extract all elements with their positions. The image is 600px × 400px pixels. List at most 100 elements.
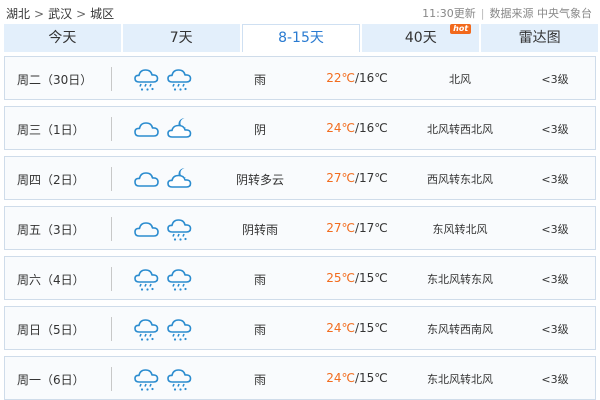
data-source: 数据来源 中央气象台	[489, 7, 593, 20]
breadcrumb-city-link[interactable]: 武汉	[48, 7, 72, 21]
tab-40-days[interactable]: 40天 hot	[362, 24, 480, 52]
temperature: 27℃/17℃	[307, 171, 407, 185]
low-temperature: /17℃	[354, 221, 388, 235]
weather-condition: 雨	[253, 73, 266, 87]
breadcrumb-province-link[interactable]: 湖北	[6, 7, 30, 21]
wind-level: <3级	[541, 73, 569, 86]
forecast-row: 周二（30日） 雨 22℃/16℃ 北风 <3级	[4, 56, 596, 100]
hot-badge: hot	[450, 24, 472, 34]
top-bar: 湖北 > 武汉 > 城区 11:30更新 | 数据来源 中央气象台	[0, 0, 600, 24]
forecast-day: 周六（4日）	[17, 273, 85, 287]
low-temperature: /15℃	[354, 321, 388, 335]
cloud-icon	[133, 215, 161, 243]
rain-cloud-icon	[133, 315, 161, 343]
wind-direction: 西风转东北风	[427, 173, 493, 186]
cloud-moon-icon	[166, 165, 194, 193]
temperature: 27℃/17℃	[307, 221, 407, 235]
divider	[111, 267, 112, 291]
tab-radar[interactable]: 雷达图	[481, 24, 598, 52]
rain-cloud-icon	[166, 365, 194, 393]
temperature: 25℃/15℃	[307, 271, 407, 285]
divider	[111, 167, 112, 191]
update-info: 11:30更新 | 数据来源 中央气象台	[422, 5, 592, 21]
tab-label: 今天	[48, 30, 77, 46]
temperature: 24℃/16℃	[307, 121, 407, 135]
rain-cloud-icon	[166, 315, 194, 343]
rain-cloud-icon	[166, 65, 194, 93]
wind-level: <3级	[541, 373, 569, 386]
forecast-row: 周五（3日） 阴转雨 27℃/17℃ 东风转北风 <3级	[4, 206, 596, 250]
tab-label: 7天	[169, 30, 193, 46]
divider	[111, 117, 112, 141]
tab-label: 雷达图	[518, 30, 561, 46]
divider	[111, 367, 112, 391]
forecast-row: 周一（6日） 雨 24℃/15℃ 东北风转北风 <3级	[4, 356, 596, 400]
rain-cloud-icon	[166, 265, 194, 293]
high-temperature: 25℃	[326, 271, 355, 285]
divider	[111, 67, 112, 91]
temperature: 22℃/16℃	[307, 71, 407, 85]
cloud-icon	[133, 115, 161, 143]
tab-label: 8-15天	[278, 30, 324, 46]
divider	[111, 217, 112, 241]
forecast-day: 周三（1日）	[17, 123, 85, 137]
forecast-row: 周日（5日） 雨 24℃/15℃ 东风转西南风 <3级	[4, 306, 596, 350]
rain-cloud-icon	[133, 65, 161, 93]
wind-direction: 北风	[449, 73, 471, 86]
weather-condition: 雨	[253, 273, 266, 287]
tab-today[interactable]: 今天	[4, 24, 121, 52]
forecast-row: 周四（2日） 阴转多云 27℃/17℃ 西风转东北风 <3级	[4, 156, 596, 200]
wind-level: <3级	[541, 173, 569, 186]
cloud-moon-icon	[166, 115, 194, 143]
high-temperature: 24℃	[326, 121, 355, 135]
wind-direction: 东风转北风	[432, 223, 488, 236]
rain-cloud-icon	[133, 365, 161, 393]
wind-level: <3级	[541, 223, 569, 236]
breadcrumb-separator: >	[34, 7, 45, 21]
tab-label: 40天	[404, 30, 437, 46]
forecast-day: 周四（2日）	[17, 173, 85, 187]
low-temperature: /16℃	[354, 71, 388, 85]
wind-direction: 东北风转北风	[427, 373, 493, 386]
low-temperature: /15℃	[354, 271, 388, 285]
rain-cloud-icon	[166, 215, 194, 243]
wind-direction: 北风转西北风	[427, 123, 493, 136]
rain-cloud-icon	[133, 265, 161, 293]
high-temperature: 27℃	[326, 221, 355, 235]
forecast-day: 周二（30日）	[17, 73, 93, 87]
breadcrumb: 湖北 > 武汉 > 城区	[6, 5, 114, 22]
wind-direction: 东风转西南风	[427, 323, 493, 336]
high-temperature: 27℃	[326, 171, 355, 185]
high-temperature: 24℃	[326, 321, 355, 335]
breadcrumb-district-link[interactable]: 城区	[90, 7, 114, 21]
wind-level: <3级	[541, 273, 569, 286]
low-temperature: /16℃	[354, 121, 388, 135]
weather-condition: 阴转多云	[235, 173, 284, 187]
wind-level: <3级	[541, 323, 569, 336]
cloud-icon	[133, 165, 161, 193]
weather-condition: 阴转雨	[241, 223, 278, 237]
weather-condition: 雨	[253, 323, 266, 337]
high-temperature: 24℃	[326, 371, 355, 385]
forecast-row: 周六（4日） 雨 25℃/15℃ 东北风转东风 <3级	[4, 256, 596, 300]
forecast-tabs: 今天 7天 8-15天 40天 hot 雷达图	[4, 24, 598, 52]
forecast-row: 周三（1日） 阴 24℃/16℃ 北风转西北风 <3级	[4, 106, 596, 150]
breadcrumb-separator: >	[76, 7, 87, 21]
divider	[111, 317, 112, 341]
temperature: 24℃/15℃	[307, 371, 407, 385]
low-temperature: /15℃	[354, 371, 388, 385]
forecast-day: 周一（6日）	[17, 373, 85, 387]
update-time: 11:30更新	[422, 7, 476, 20]
tab-7-days[interactable]: 7天	[122, 24, 240, 52]
forecast-day: 周五（3日）	[17, 223, 85, 237]
weather-condition: 阴	[253, 123, 266, 137]
wind-direction: 东北风转东风	[427, 273, 493, 286]
update-separator: |	[480, 7, 485, 20]
wind-level: <3级	[541, 123, 569, 136]
forecast-day: 周日（5日）	[17, 323, 85, 337]
low-temperature: /17℃	[354, 171, 388, 185]
temperature: 24℃/15℃	[307, 321, 407, 335]
weather-condition: 雨	[253, 373, 266, 387]
tab-8-15-days[interactable]: 8-15天	[241, 24, 361, 52]
high-temperature: 22℃	[326, 71, 355, 85]
